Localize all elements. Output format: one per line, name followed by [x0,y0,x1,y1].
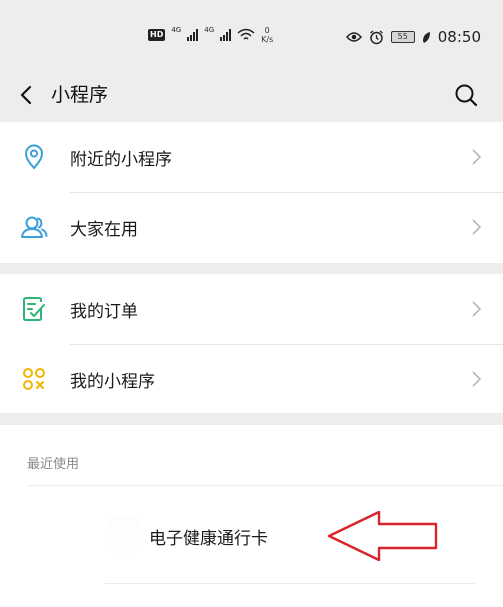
alarm-icon [369,29,383,44]
annotation-arrow-icon [327,510,438,562]
network-type-tag: 4G [171,26,182,34]
divider [105,583,475,584]
recent-item-label: 电子健康通行卡 [149,529,268,549]
network-indicators: HD 4G 4G 0 K/s [148,26,273,44]
status-bar: HD 4G 4G 0 K/s 55 08:50 [0,0,503,70]
back-button[interactable] [14,80,38,110]
mini-programs-icon [20,365,48,393]
hd-badge: HD [148,29,166,41]
order-list-icon [20,295,48,323]
menu-item-popular[interactable]: 大家在用 [0,192,503,262]
menu-group-mine: 我的订单 我的小程序 [0,274,503,413]
menu-item-label: 我的小程序 [70,371,155,392]
search-button[interactable] [451,80,481,110]
speed-unit: K/s [261,35,274,44]
page-title: 小程序 [51,84,109,106]
menu-item-label: 大家在用 [70,219,138,240]
system-indicators: 55 08:50 [345,28,481,46]
network-type-tag: 4G [204,26,215,34]
chevron-right-icon [472,219,482,235]
signal-icon [187,29,199,41]
divider [27,485,503,486]
speed-value: 0 [264,26,270,35]
chevron-right-icon [472,301,482,317]
battery-icon: 55 [390,31,415,43]
search-icon [455,84,478,107]
people-icon [20,213,48,241]
chevron-right-icon [472,371,482,387]
menu-item-label: 我的订单 [70,301,138,322]
menu-item-label: 附近的小程序 [70,149,172,170]
menu-group-discover: 附近的小程序 大家在用 [0,122,503,263]
signal-icon [220,29,232,41]
nav-bar: 小程序 [0,70,503,122]
menu-item-nearby-mini-programs[interactable]: 附近的小程序 [0,122,503,192]
menu-item-my-mini-programs[interactable]: 我的小程序 [0,344,503,414]
charging-leaf-icon [422,31,430,43]
chevron-left-icon [20,85,32,105]
location-pin-icon [20,143,48,171]
mini-program-logo [105,515,143,553]
recent-section-header: 最近使用 [27,457,80,472]
network-speed: 0 K/s [261,26,273,44]
eye-icon [345,32,362,42]
menu-item-my-orders[interactable]: 我的订单 [0,274,503,344]
clock-time: 08:50 [437,28,481,46]
wifi-icon [237,28,255,40]
chevron-right-icon [472,149,482,165]
